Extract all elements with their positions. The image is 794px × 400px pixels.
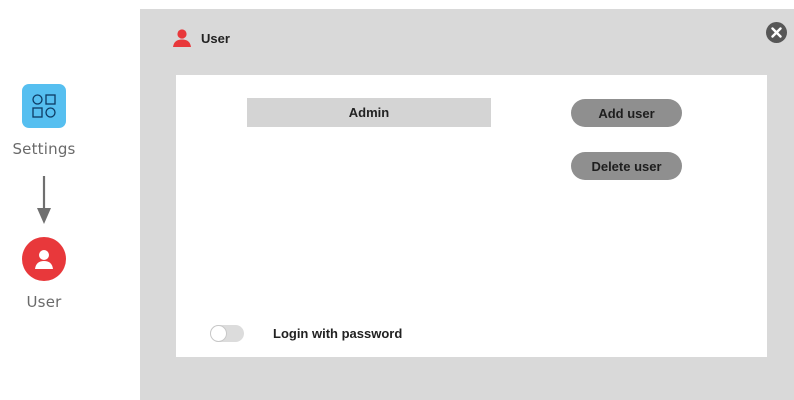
screen: Settings User User Admin Add user Delete… xyxy=(0,0,794,400)
toggle-knob xyxy=(211,326,226,341)
nav-label-settings: Settings xyxy=(12,140,76,158)
login-with-password-toggle[interactable] xyxy=(210,325,244,342)
login-with-password-row: Login with password xyxy=(210,325,402,342)
dialog-title: User xyxy=(201,30,230,46)
user-panel: Admin Add user Delete user Login with pa… xyxy=(176,75,767,357)
close-icon xyxy=(771,27,782,38)
arrow-down-icon xyxy=(37,176,51,224)
user-icon xyxy=(22,237,66,281)
user-icon xyxy=(173,29,191,47)
nav-item-settings[interactable]: Settings xyxy=(0,84,88,158)
dialog-header: User xyxy=(172,28,230,48)
delete-user-button[interactable]: Delete user xyxy=(571,152,682,180)
login-with-password-label: Login with password xyxy=(273,326,403,341)
add-user-button[interactable]: Add user xyxy=(571,99,682,127)
nav-item-user[interactable]: User xyxy=(0,237,88,311)
navigation-hint: Settings User xyxy=(0,0,140,400)
user-list: Admin xyxy=(247,98,491,127)
user-list-item[interactable]: Admin xyxy=(247,98,491,127)
user-dialog: User Admin Add user Delete user Login wi… xyxy=(140,9,794,400)
close-button[interactable] xyxy=(766,22,787,43)
nav-label-user: User xyxy=(26,293,62,311)
settings-grid-icon xyxy=(22,84,66,128)
